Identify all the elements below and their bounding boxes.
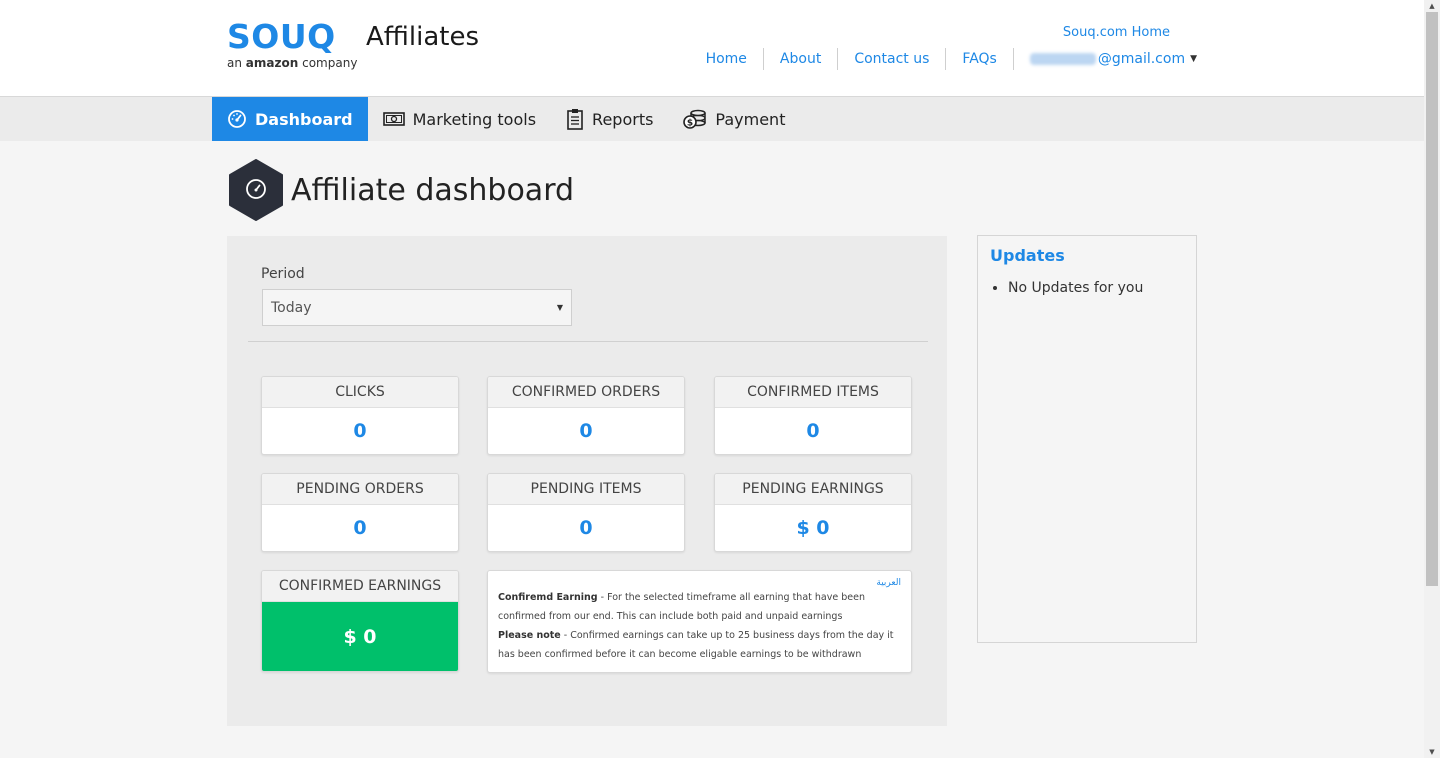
logo-tagline: an amazon company (227, 56, 357, 70)
card-pending-orders: PENDING ORDERS 0 (261, 473, 459, 552)
note-line-1: Confiremd Earning - For the selected tim… (498, 588, 901, 626)
souq-logo[interactable]: SOUQ an amazon company (227, 17, 357, 71)
banknote-icon (382, 110, 405, 128)
card-clicks: CLICKS 0 (261, 376, 459, 455)
tab-payment-label: Payment (715, 109, 786, 129)
tab-dashboard[interactable]: Dashboard (212, 97, 368, 141)
updates-panel: Updates No Updates for you (977, 235, 1197, 643)
tab-reports[interactable]: Reports (551, 97, 668, 141)
scrollbar-thumb[interactable] (1426, 12, 1438, 586)
arabic-language-link[interactable]: العربية (876, 574, 901, 593)
card-clicks-title: CLICKS (262, 377, 458, 408)
card-pending-orders-value: 0 (353, 517, 367, 539)
card-pending-earnings-value: $ 0 (796, 517, 830, 539)
card-confirmed-orders-value: 0 (579, 420, 593, 442)
clipboard-icon (566, 108, 584, 130)
coins-icon: $ (683, 108, 707, 130)
tab-marketing-tools[interactable]: Marketing tools (368, 97, 551, 141)
updates-title: Updates (990, 246, 1065, 265)
nav-about-link[interactable]: About (764, 48, 839, 70)
brand-title: Affiliates (366, 22, 480, 52)
list-item: No Updates for you (1008, 280, 1143, 296)
logo-wordmark: SOUQ (227, 17, 336, 56)
card-confirmed-items: CONFIRMED ITEMS 0 (714, 376, 912, 455)
period-selected-value: Today (271, 299, 312, 316)
nav-contact-link[interactable]: Contact us (838, 48, 947, 70)
page-title: Affiliate dashboard (291, 172, 575, 208)
card-pending-items-value: 0 (579, 517, 593, 539)
nav-faqs-link[interactable]: FAQs (946, 48, 1014, 70)
period-label: Period (261, 266, 305, 282)
card-pending-items-title: PENDING ITEMS (488, 474, 684, 505)
card-confirmed-items-title: CONFIRMED ITEMS (715, 377, 911, 408)
tab-reports-label: Reports (592, 109, 654, 129)
card-confirmed-earnings-title: CONFIRMED EARNINGS (262, 571, 458, 602)
logo-tagline-prefix: an (227, 56, 242, 70)
dropdown-caret-icon: ▼ (556, 303, 563, 312)
note-line-1-label: Confiremd Earning (498, 592, 598, 603)
period-select[interactable]: Today ▼ (262, 289, 572, 326)
stats-panel: Period Today ▼ CLICKS 0 CONFIRMED ORDERS… (227, 236, 947, 726)
card-pending-items: PENDING ITEMS 0 (487, 473, 685, 552)
dashboard-hexagon-icon (227, 159, 285, 221)
note-line-2-label: Please note (498, 630, 561, 641)
nav-home-link[interactable]: Home (690, 48, 764, 70)
caret-down-icon: ▼ (1190, 54, 1197, 64)
note-line-2: Please note - Confirmed earnings can tak… (498, 626, 901, 664)
card-pending-earnings-title: PENDING EARNINGS (715, 474, 911, 505)
logo-tagline-suffix: company (302, 56, 358, 70)
top-nav: Home About Contact us FAQs @gmail.com ▼ (690, 48, 1197, 70)
card-pending-earnings: PENDING EARNINGS $ 0 (714, 473, 912, 552)
page-title-bar: Affiliate dashboard (227, 159, 574, 221)
card-confirmed-orders: CONFIRMED ORDERS 0 (487, 376, 685, 455)
speedometer-icon (227, 109, 247, 129)
souq-home-link[interactable]: Souq.com Home (1063, 25, 1170, 40)
email-redacted (1029, 53, 1096, 65)
panel-divider (248, 341, 928, 342)
scroll-up-arrow-icon[interactable]: ▲ (1424, 0, 1440, 12)
logo-tagline-brand: amazon (245, 56, 299, 70)
card-confirmed-items-value: 0 (806, 420, 820, 442)
tab-marketing-tools-label: Marketing tools (412, 109, 537, 129)
email-suffix: @gmail.com (1097, 51, 1186, 67)
card-pending-orders-title: PENDING ORDERS (262, 474, 458, 505)
earnings-info-note: العربية Confiremd Earning - For the sele… (487, 570, 912, 673)
card-confirmed-orders-title: CONFIRMED ORDERS (488, 377, 684, 408)
updates-list: No Updates for you (1008, 280, 1143, 296)
site-header: SOUQ an amazon company Affiliates Souq.c… (0, 0, 1424, 97)
scroll-down-arrow-icon[interactable]: ▼ (1424, 746, 1440, 758)
main-tabbar: Dashboard Marketing tools Reports $ Paym… (0, 97, 1424, 141)
card-clicks-value: 0 (353, 420, 367, 442)
svg-text:$: $ (687, 119, 693, 129)
card-confirmed-earnings: CONFIRMED EARNINGS $ 0 (261, 570, 459, 672)
tab-dashboard-label: Dashboard (255, 109, 353, 129)
user-account-menu[interactable]: @gmail.com ▼ (1014, 51, 1197, 67)
tab-payment[interactable]: $ Payment (668, 97, 800, 141)
card-confirmed-earnings-value: $ 0 (262, 602, 458, 671)
